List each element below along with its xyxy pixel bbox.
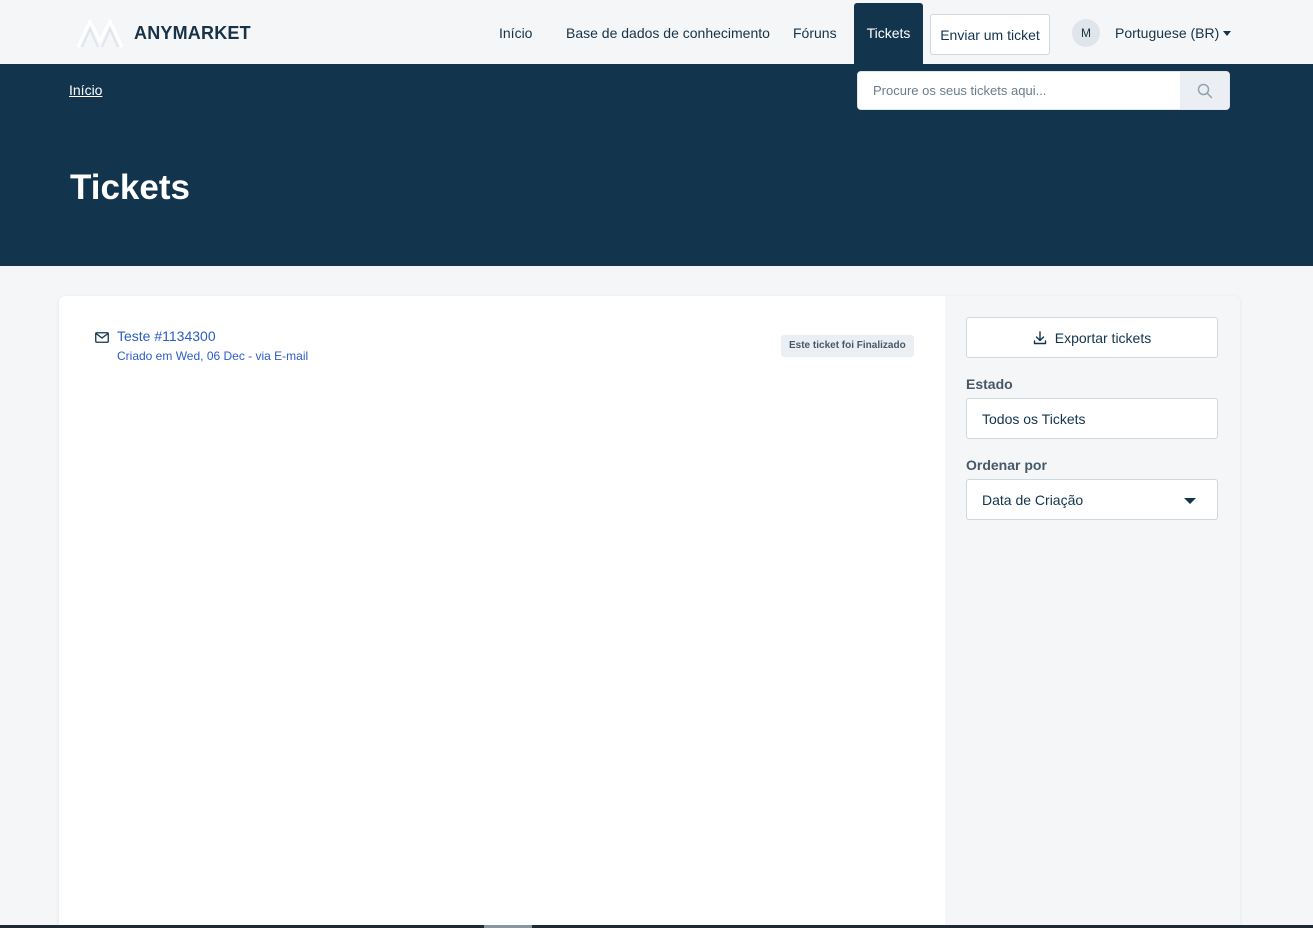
state-filter-select[interactable]: Todos os Tickets (966, 398, 1218, 439)
language-label: Portuguese (BR) (1115, 25, 1220, 41)
filter-sidebar: Exportar tickets Estado Todos os Tickets… (945, 296, 1240, 928)
export-tickets-label: Exportar tickets (1054, 329, 1152, 346)
nav-link-inicio[interactable]: Início (499, 0, 532, 64)
language-selector[interactable]: Portuguese (BR) (1115, 0, 1232, 64)
ticket-search (857, 71, 1230, 110)
sort-by-value: Data de Criação (982, 492, 1084, 508)
search-icon (1197, 83, 1213, 98)
submit-ticket-button[interactable]: Enviar um ticket (930, 14, 1050, 55)
ticket-list-item[interactable]: Teste #1134300 Criado em Wed, 06 Dec - v… (95, 328, 914, 368)
state-filter-label: Estado (966, 376, 1013, 392)
sort-by-label: Ordenar por (966, 457, 1047, 473)
caret-down-icon (1223, 30, 1232, 36)
hero-banner: Início Tickets (0, 64, 1313, 266)
tickets-card: Teste #1134300 Criado em Wed, 06 Dec - v… (59, 296, 1240, 928)
search-button[interactable] (1180, 72, 1229, 109)
top-navigation: ANYMARKET Início Base de dados de conhec… (0, 0, 1313, 64)
nav-link-knowledge-base[interactable]: Base de dados de conhecimento (566, 0, 770, 64)
ticket-meta: Criado em Wed, 06 Dec - via E-mail (117, 349, 309, 363)
brand-name: ANYMARKET (134, 22, 251, 43)
status-badge: Este ticket foi Finalizado (781, 335, 914, 357)
nav-link-tickets[interactable]: Tickets (854, 3, 923, 64)
export-tickets-button[interactable]: Exportar tickets (966, 317, 1218, 358)
download-icon (1033, 330, 1046, 344)
page-title: Tickets (70, 168, 190, 207)
ticket-title-link[interactable]: Teste #1134300 (117, 328, 216, 344)
avatar[interactable]: M (1072, 19, 1100, 47)
breadcrumb-home[interactable]: Início (69, 82, 102, 98)
mail-icon (95, 332, 109, 343)
anymarket-logo-icon (76, 19, 124, 48)
search-input[interactable] (858, 72, 1180, 109)
caret-down-icon (1184, 498, 1196, 504)
brand-logo[interactable]: ANYMARKET (76, 17, 251, 49)
sort-by-select[interactable]: Data de Criação (966, 479, 1218, 520)
nav-link-forums[interactable]: Fóruns (793, 0, 837, 64)
